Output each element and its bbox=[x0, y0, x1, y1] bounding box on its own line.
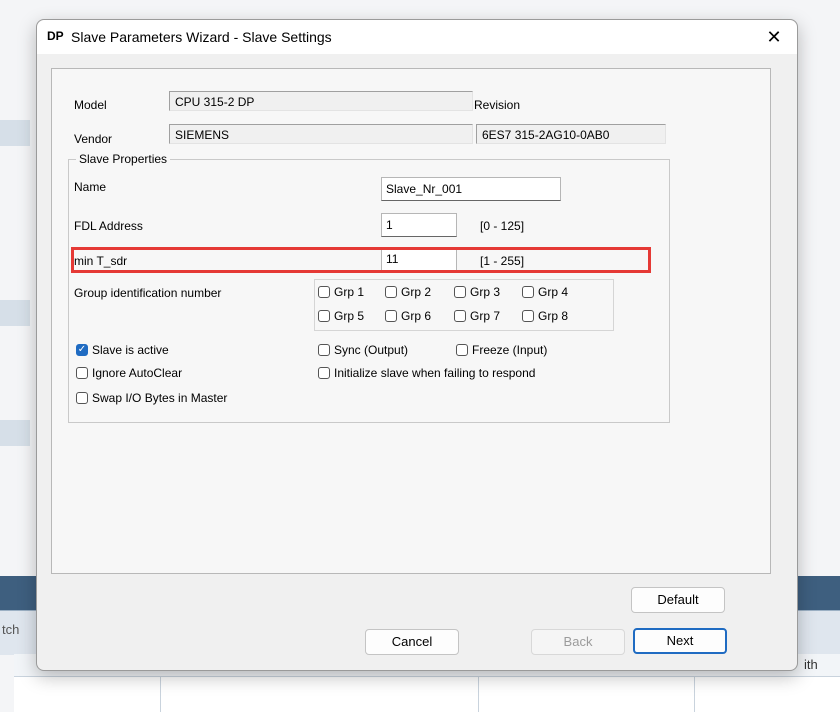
background-strip bbox=[0, 420, 30, 446]
vendor-label: Vendor bbox=[74, 132, 113, 146]
name-label: Name bbox=[74, 180, 107, 194]
checkbox-icon bbox=[454, 286, 466, 298]
group-id-label: Group identification number bbox=[74, 286, 222, 300]
checkbox-label: Grp 3 bbox=[470, 285, 501, 299]
name-input[interactable]: Slave_Nr_001 bbox=[381, 177, 561, 201]
close-icon: ✕ bbox=[766, 27, 782, 47]
swap-io-checkbox[interactable]: Swap I/O Bytes in Master bbox=[76, 391, 227, 405]
fdl-address-label: FDL Address bbox=[74, 219, 143, 233]
checkbox-label: Slave is active bbox=[92, 343, 169, 357]
model-field: CPU 315-2 DP bbox=[169, 91, 473, 111]
background-table-divider bbox=[160, 676, 161, 712]
slave-properties-legend: Slave Properties bbox=[76, 152, 171, 166]
checkbox-label: Grp 1 bbox=[334, 285, 365, 299]
checkbox-label: Swap I/O Bytes in Master bbox=[92, 391, 228, 405]
default-button[interactable]: Default bbox=[631, 587, 725, 613]
checkbox-icon bbox=[385, 286, 397, 298]
vendor-field: SIEMENS bbox=[169, 124, 473, 144]
background-right-text: ith bbox=[804, 657, 818, 672]
model-label: Model bbox=[74, 98, 107, 112]
checkbox-label: Grp 8 bbox=[538, 309, 569, 323]
checkbox-label: Grp 6 bbox=[401, 309, 432, 323]
checkbox-label: Initialize slave when failing to respond bbox=[334, 366, 536, 380]
checkbox-icon bbox=[454, 310, 466, 322]
revision-label: Revision bbox=[474, 98, 521, 112]
grp-7-checkbox[interactable]: Grp 7 bbox=[454, 309, 500, 323]
background-strip bbox=[0, 300, 30, 326]
cancel-button[interactable]: Cancel bbox=[365, 629, 459, 655]
fdl-address-range: [0 - 125] bbox=[480, 219, 525, 233]
checkbox-icon bbox=[456, 344, 468, 356]
slave-settings-dialog: DP Slave Parameters Wizard - Slave Setti… bbox=[36, 19, 798, 671]
checkbox-icon bbox=[318, 344, 330, 356]
checkbox-label: Grp 2 bbox=[401, 285, 432, 299]
checkbox-label: Grp 7 bbox=[470, 309, 501, 323]
grp-8-checkbox[interactable]: Grp 8 bbox=[522, 309, 568, 323]
settings-panel: Model CPU 315-2 DP Revision Vendor SIEME… bbox=[51, 68, 771, 574]
background-strip bbox=[0, 120, 30, 146]
checkbox-icon bbox=[318, 310, 330, 322]
freeze-input-checkbox[interactable]: Freeze (Input) bbox=[456, 343, 547, 357]
next-button[interactable]: Next bbox=[633, 628, 727, 654]
background-table-divider bbox=[694, 676, 695, 712]
slave-active-checkbox[interactable]: ✓ Slave is active bbox=[76, 343, 169, 357]
checkbox-label: Freeze (Input) bbox=[472, 343, 548, 357]
checkbox-label: Sync (Output) bbox=[334, 343, 409, 357]
checkbox-icon bbox=[318, 367, 330, 379]
checkbox-icon bbox=[318, 286, 330, 298]
checkbox-icon bbox=[385, 310, 397, 322]
checkbox-label: Grp 4 bbox=[538, 285, 569, 299]
checkbox-label: Grp 5 bbox=[334, 309, 365, 323]
checkbox-label: Ignore AutoClear bbox=[92, 366, 183, 380]
checkbox-icon bbox=[76, 367, 88, 379]
checkbox-icon bbox=[522, 310, 534, 322]
background-left-text: tch bbox=[2, 622, 20, 637]
grp-4-checkbox[interactable]: Grp 4 bbox=[522, 285, 568, 299]
checkbox-icon bbox=[522, 286, 534, 298]
grp-5-checkbox[interactable]: Grp 5 bbox=[318, 309, 364, 323]
highlight-box bbox=[71, 247, 651, 273]
initialize-slave-checkbox[interactable]: Initialize slave when failing to respond bbox=[318, 366, 535, 380]
dialog-title: Slave Parameters Wizard - Slave Settings bbox=[71, 29, 332, 45]
back-button[interactable]: Back bbox=[531, 629, 625, 655]
background-table-divider bbox=[478, 676, 479, 712]
close-button[interactable]: ✕ bbox=[759, 24, 789, 50]
fdl-address-input[interactable]: 1 bbox=[381, 213, 457, 237]
sync-output-checkbox[interactable]: Sync (Output) bbox=[318, 343, 408, 357]
title-bar[interactable]: DP Slave Parameters Wizard - Slave Setti… bbox=[37, 20, 797, 54]
grp-1-checkbox[interactable]: Grp 1 bbox=[318, 285, 364, 299]
grp-6-checkbox[interactable]: Grp 6 bbox=[385, 309, 431, 323]
grp-3-checkbox[interactable]: Grp 3 bbox=[454, 285, 500, 299]
ignore-autoclear-checkbox[interactable]: Ignore AutoClear bbox=[76, 366, 182, 380]
checkmark-icon: ✓ bbox=[76, 344, 88, 356]
grp-2-checkbox[interactable]: Grp 2 bbox=[385, 285, 431, 299]
order-number-field: 6ES7 315-2AG10-0AB0 bbox=[476, 124, 666, 144]
checkbox-icon bbox=[76, 392, 88, 404]
dp-app-icon: DP bbox=[47, 29, 64, 43]
